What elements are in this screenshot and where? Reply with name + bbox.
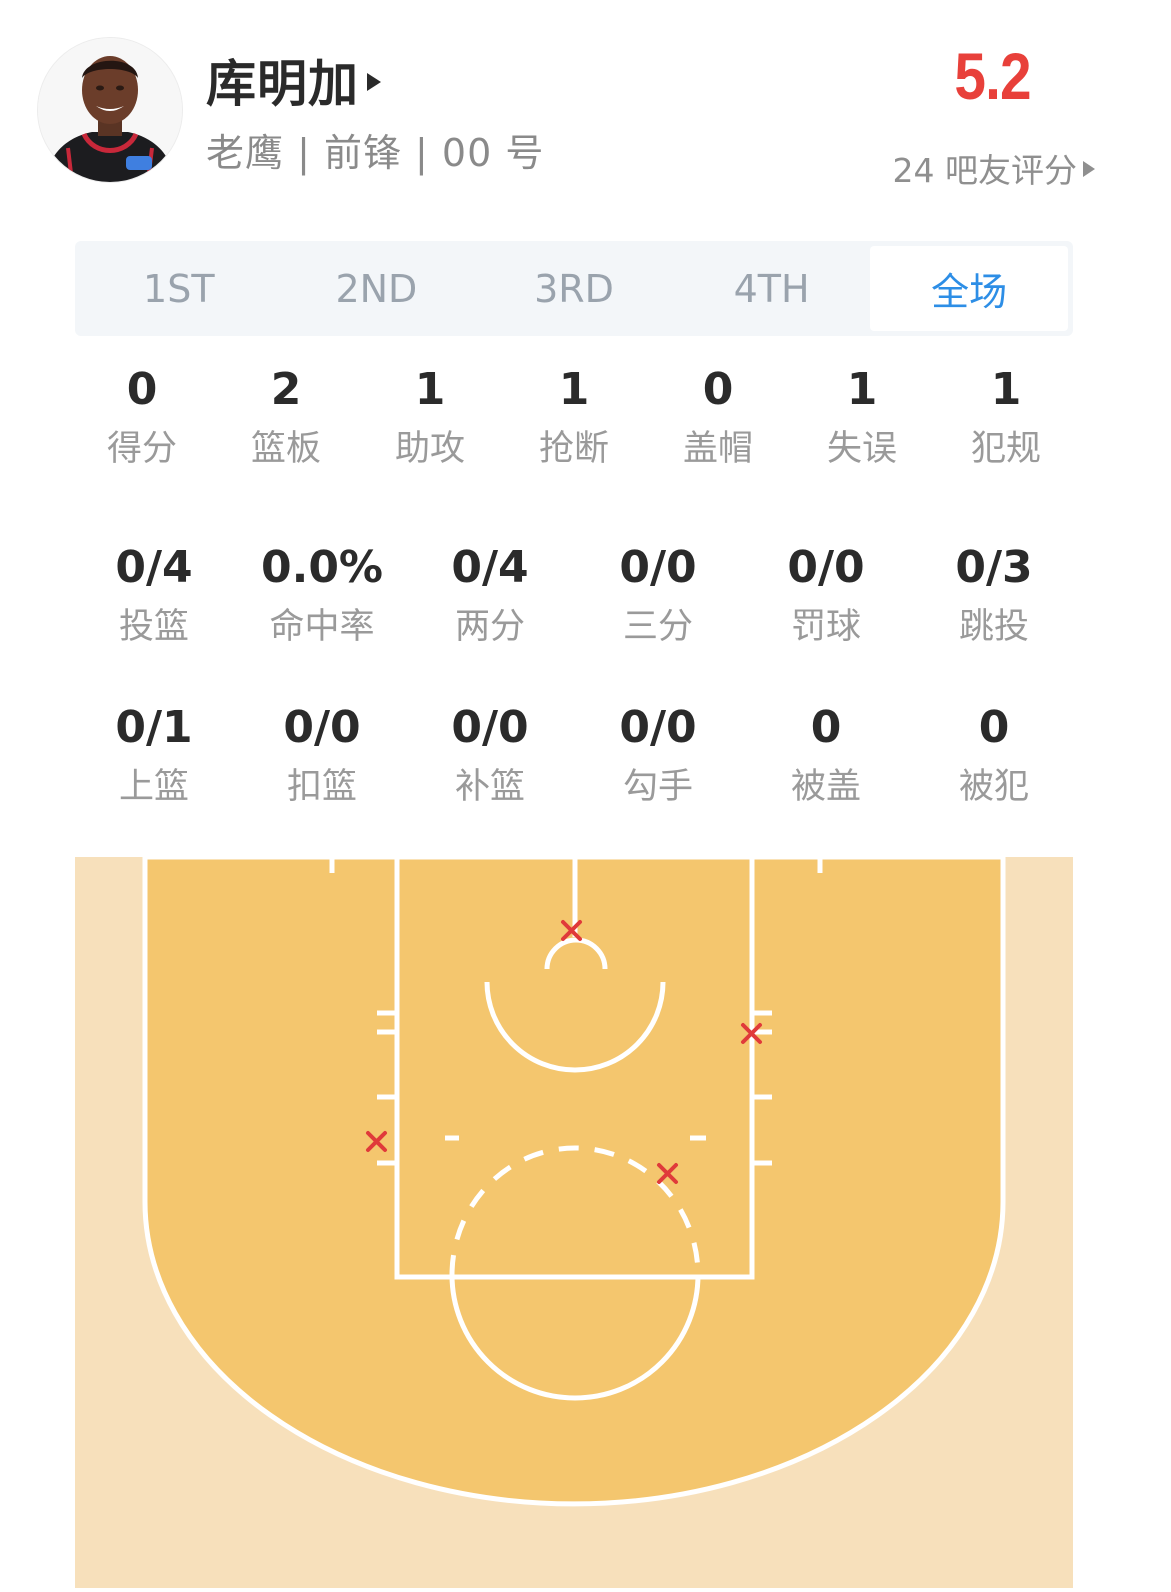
stat-blocked: 0 被盖 (742, 700, 910, 810)
rating-count-link[interactable]: 24 吧友评分 (893, 144, 1095, 192)
stat-value: 0/1 (115, 702, 193, 753)
stat-label: 盖帽 (682, 429, 753, 469)
stat-label: 勾手 (622, 767, 693, 807)
stat-turnovers: 1 失误 (790, 362, 934, 472)
stat-label: 助攻 (394, 429, 465, 469)
stat-value: 0/4 (115, 542, 193, 593)
stat-value: 0.0% (260, 542, 384, 593)
stat-value: 0/0 (619, 542, 697, 593)
stat-blocks: 0 盖帽 (646, 362, 790, 472)
stat-label: 被犯 (958, 767, 1029, 807)
stat-value: 0 (978, 702, 1010, 753)
tab-4th[interactable]: 4TH (673, 246, 871, 331)
court-diagram (75, 854, 1073, 1588)
rating-count-label: 24 吧友评分 (892, 151, 1077, 190)
stat-points: 0 得分 (70, 362, 214, 472)
stat-label: 抢断 (538, 429, 609, 469)
stat-label: 失误 (826, 429, 897, 469)
basic-stats-row: 0 得分 2 篮板 1 助攻 1 抢断 0 盖帽 1 失误 1 犯规 (70, 362, 1078, 472)
stat-value: 1 (558, 364, 590, 415)
stat-label: 篮板 (250, 429, 321, 469)
stat-label: 跳投 (958, 607, 1029, 647)
stat-value: 0/4 (451, 542, 529, 593)
stat-three-pointers: 0/0 三分 (574, 540, 742, 650)
stat-field-goals: 0/4 投篮 (70, 540, 238, 650)
stat-layups: 0/1 上篮 (70, 700, 238, 810)
tab-2nd[interactable]: 2ND (278, 246, 476, 331)
stat-value: 1 (846, 364, 878, 415)
stat-fouls-drawn: 0 被犯 (910, 700, 1078, 810)
stat-value: 1 (414, 364, 446, 415)
three-point-area (142, 854, 1006, 1507)
stat-value: 0/0 (283, 702, 361, 753)
stat-value: 0/0 (451, 702, 529, 753)
stat-label: 得分 (106, 429, 177, 469)
stat-hook-shots: 0/0 勾手 (574, 700, 742, 810)
stat-value: 0 (702, 364, 734, 415)
stat-dunks: 0/0 扣篮 (238, 700, 406, 810)
caret-right-icon (1083, 161, 1095, 177)
stat-value: 0/0 (619, 702, 697, 753)
stat-label: 上篮 (118, 767, 189, 807)
stat-label: 犯规 (970, 429, 1041, 469)
stat-rebounds: 2 篮板 (214, 362, 358, 472)
stat-value: 2 (270, 364, 302, 415)
stat-label: 两分 (454, 607, 525, 647)
stat-label: 被盖 (790, 767, 861, 807)
player-avatar[interactable] (37, 37, 183, 183)
stat-value: 0/3 (955, 542, 1033, 593)
stat-label: 罚球 (790, 607, 861, 647)
stat-fouls: 1 犯规 (934, 362, 1078, 472)
stat-jump-shots: 0/3 跳投 (910, 540, 1078, 650)
caret-right-icon (367, 73, 381, 91)
stat-steals: 1 抢断 (502, 362, 646, 472)
stat-label: 扣篮 (286, 767, 357, 807)
shooting-stats-row: 0/4 投篮 0.0% 命中率 0/4 两分 0/0 三分 0/0 罚球 0/3… (70, 540, 1078, 650)
tab-3rd[interactable]: 3RD (475, 246, 673, 331)
stat-label: 投篮 (118, 607, 189, 647)
player-name: 库明加 (206, 55, 359, 113)
shot-type-stats-row: 0/1 上篮 0/0 扣篮 0/0 补篮 0/0 勾手 0 被盖 0 被犯 (70, 700, 1078, 810)
player-rating-score: 5.2 (954, 39, 1032, 113)
stat-value: 0/0 (787, 542, 865, 593)
stat-tip-ins: 0/0 补篮 (406, 700, 574, 810)
stat-two-pointers: 0/4 两分 (406, 540, 574, 650)
player-portrait-image (38, 38, 182, 182)
tab-full-game[interactable]: 全场 (870, 246, 1068, 331)
stat-value: 1 (990, 364, 1022, 415)
period-tabs: 1ST 2ND 3RD 4TH 全场 (75, 241, 1073, 336)
tab-1st[interactable]: 1ST (80, 246, 278, 331)
stat-value: 0 (810, 702, 842, 753)
stat-label: 命中率 (269, 607, 375, 647)
shot-chart-court (75, 854, 1073, 1588)
stat-assists: 1 助攻 (358, 362, 502, 472)
stat-value: 0 (126, 364, 158, 415)
stat-free-throws: 0/0 罚球 (742, 540, 910, 650)
stat-label: 三分 (622, 607, 693, 647)
player-name-link[interactable]: 库明加 (206, 48, 381, 113)
stat-label: 补篮 (454, 767, 525, 807)
stat-fg-percentage: 0.0% 命中率 (238, 540, 406, 650)
player-team-position-number: 老鹰 | 前锋 | 00 号 (206, 131, 545, 175)
